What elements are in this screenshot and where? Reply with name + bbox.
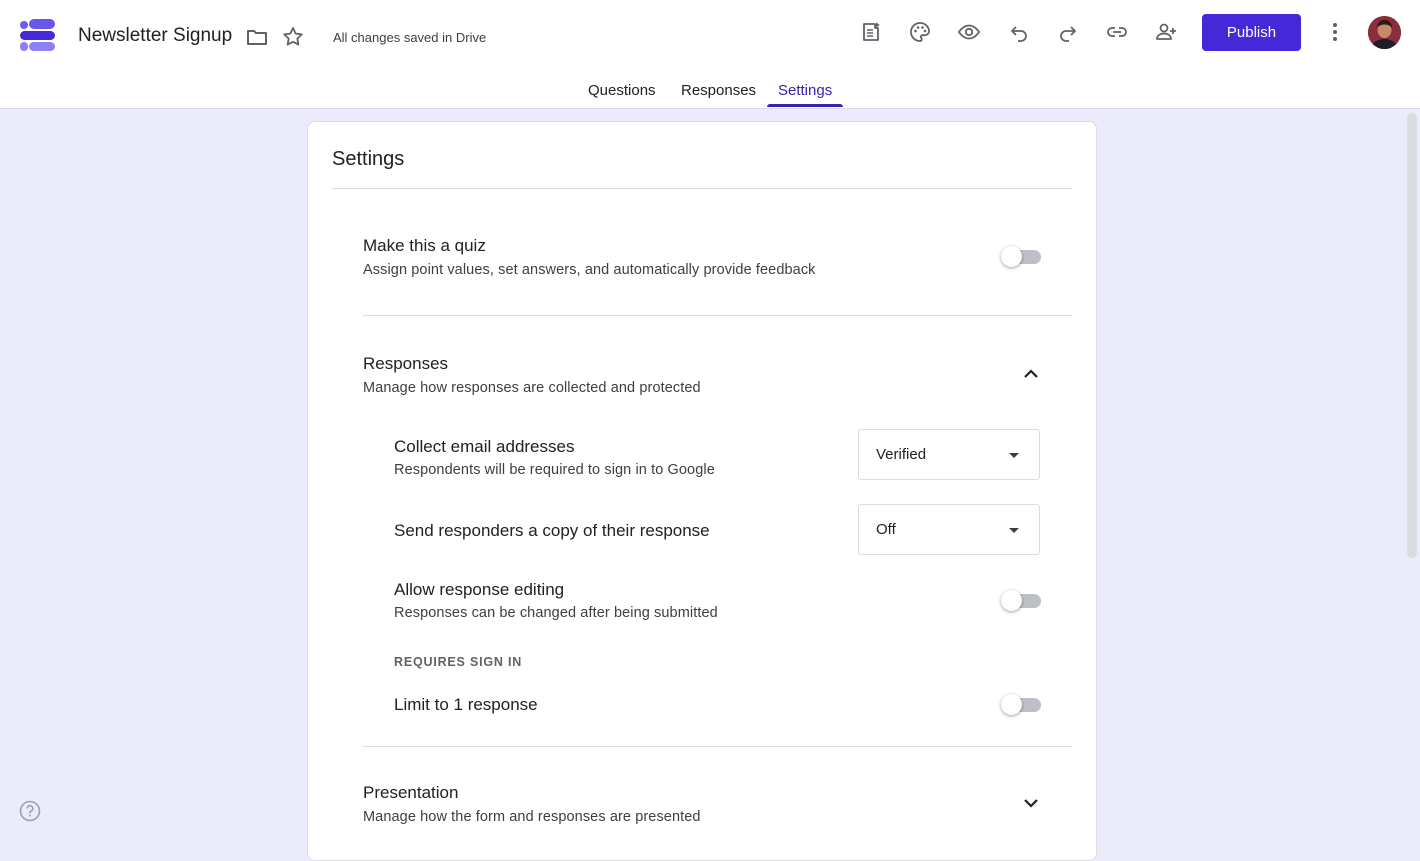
redo-icon[interactable] bbox=[1054, 18, 1082, 46]
limit-one-title: Limit to 1 response bbox=[394, 695, 538, 714]
active-tab-indicator bbox=[767, 104, 843, 107]
quiz-toggle[interactable] bbox=[1001, 246, 1041, 267]
chevron-up-icon[interactable] bbox=[1021, 364, 1041, 384]
undo-icon[interactable] bbox=[1005, 18, 1033, 46]
avatar[interactable] bbox=[1368, 16, 1401, 49]
collect-email-select[interactable]: Verified bbox=[858, 429, 1040, 480]
requires-sign-in-label: REQUIRES SIGN IN bbox=[394, 655, 523, 669]
publish-button[interactable]: Publish bbox=[1202, 14, 1301, 51]
quiz-title: Make this a quiz bbox=[363, 236, 486, 255]
settings-title: Settings bbox=[332, 148, 405, 170]
more-icon[interactable] bbox=[1321, 18, 1349, 46]
title-divider bbox=[332, 188, 1072, 189]
send-copy-select[interactable]: Off bbox=[858, 504, 1040, 555]
allow-editing-subtitle: Responses can be changed after being sub… bbox=[394, 605, 718, 621]
star-icon[interactable] bbox=[279, 23, 307, 51]
form-title[interactable]: Newsletter Signup bbox=[78, 25, 232, 47]
chevron-down-icon[interactable] bbox=[1021, 793, 1041, 813]
send-copy-value: Off bbox=[876, 521, 896, 538]
responses-section-subtitle: Manage how responses are collected and p… bbox=[363, 380, 701, 396]
collect-email-subtitle: Respondents will be required to sign in … bbox=[394, 462, 715, 478]
limit-one-toggle[interactable] bbox=[1001, 694, 1041, 715]
allow-editing-toggle[interactable] bbox=[1001, 590, 1041, 611]
allow-editing-title: Allow response editing bbox=[394, 580, 565, 599]
quiz-divider bbox=[363, 315, 1072, 316]
quiz-subtitle: Assign point values, set answers, and au… bbox=[363, 262, 816, 278]
caret-down-icon bbox=[1009, 453, 1019, 458]
collect-email-value: Verified bbox=[876, 446, 927, 463]
link-icon[interactable] bbox=[1103, 18, 1131, 46]
send-copy-title: Send responders a copy of their response bbox=[394, 521, 710, 540]
responses-section-title: Responses bbox=[363, 354, 449, 373]
tab-responses[interactable]: Responses bbox=[681, 82, 756, 99]
app-header: Newsletter Signup All changes saved in D… bbox=[0, 0, 1420, 109]
responses-divider bbox=[363, 746, 1072, 747]
tab-questions[interactable]: Questions bbox=[588, 82, 656, 99]
palette-icon[interactable] bbox=[906, 18, 934, 46]
collect-email-title: Collect email addresses bbox=[394, 437, 575, 456]
presentation-section-subtitle: Manage how the form and responses are pr… bbox=[363, 809, 701, 825]
caret-down-icon bbox=[1009, 528, 1019, 533]
add-collaborator-icon[interactable] bbox=[1152, 18, 1180, 46]
folder-icon[interactable] bbox=[243, 23, 271, 51]
settings-card: Settings Make this a quiz Assign point v… bbox=[307, 121, 1097, 861]
tab-settings[interactable]: Settings bbox=[778, 82, 832, 99]
save-status: All changes saved in Drive bbox=[333, 30, 487, 45]
preview-icon[interactable] bbox=[955, 18, 983, 46]
forms-logo-icon[interactable] bbox=[20, 18, 56, 52]
help-icon[interactable] bbox=[19, 800, 41, 822]
scrollbar[interactable] bbox=[1407, 113, 1417, 558]
presentation-section-title: Presentation bbox=[363, 783, 459, 802]
customize-icon[interactable] bbox=[857, 18, 885, 46]
